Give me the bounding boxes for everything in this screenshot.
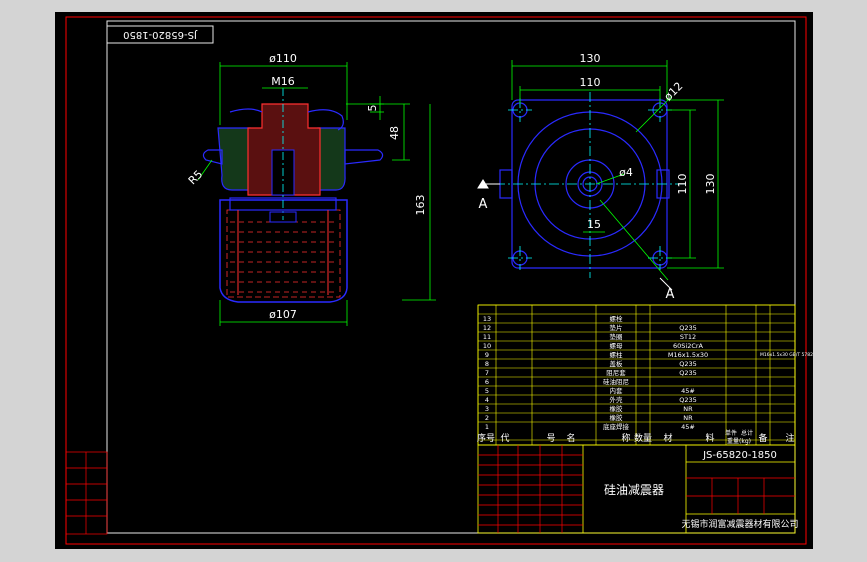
dim-thread: M16: [271, 75, 295, 88]
paper-background: [55, 12, 813, 549]
parts-row-number: 11: [483, 333, 491, 341]
row9-note: M16x1.5x30 GB/T 5782: [760, 352, 813, 358]
parts-row-number: 6: [485, 378, 489, 386]
parts-row-material: 45#: [681, 387, 695, 395]
parts-row-name: 阻尼套: [606, 368, 626, 377]
dim-110-vertical: 110: [676, 174, 689, 195]
parts-row-name: 垫圈: [610, 332, 623, 341]
parts-row-number: 7: [485, 369, 489, 377]
parts-row-material: NR: [683, 405, 693, 413]
parts-row-name: 螺栓: [610, 314, 624, 323]
parts-row-material: M16x1.5x30: [668, 351, 708, 359]
rotated-code-text: JS-65820-1850: [123, 29, 198, 40]
hdr-code-2: 号: [546, 433, 555, 444]
cad-viewport[interactable]: JS-65820-1850 ø110 M16 5 48 163 R5 ø107 …: [0, 0, 867, 562]
parts-row-number: 2: [485, 414, 489, 422]
hdr-note-2: 注: [785, 432, 794, 444]
rubber-left: [217, 127, 251, 191]
hdr-no: 序号: [477, 432, 495, 444]
parts-row-name: 内套: [610, 386, 624, 395]
dim-163: 163: [414, 195, 427, 216]
section-mark-left: A: [479, 197, 488, 212]
parts-row-name: 螺母: [610, 341, 624, 350]
parts-row-number: 9: [485, 351, 489, 359]
hdr-name-2: 称: [621, 432, 630, 444]
hdr-note-1: 备: [758, 432, 767, 444]
parts-row-material: NR: [683, 414, 693, 422]
dim-110-horizontal: 110: [580, 76, 601, 89]
dim-top-diameter: ø110: [269, 52, 297, 65]
title-part-name: 硅油减震器: [604, 483, 664, 497]
parts-row-name: 橡胶: [610, 404, 624, 413]
parts-row-name: 盖板: [610, 359, 624, 368]
hdr-qty: 数量: [634, 432, 652, 444]
title-drawing-code: JS-65820-1850: [702, 450, 777, 461]
parts-row-name: 外壳: [610, 395, 624, 404]
parts-row-material: Q235: [679, 369, 697, 377]
hdr-code-1: 代: [500, 433, 509, 444]
dim-15: 15: [587, 218, 601, 231]
parts-row-name: 底座焊接: [603, 422, 630, 431]
hdr-total: 总计: [741, 429, 753, 437]
rubber-right: [317, 127, 346, 191]
parts-row-number: 8: [485, 360, 489, 368]
hdr-name-1: 名: [566, 432, 575, 444]
dim-130-vertical: 130: [704, 174, 717, 195]
parts-row-number: 13: [483, 315, 491, 323]
parts-row-number: 10: [483, 342, 491, 350]
parts-row-number: 3: [485, 405, 489, 413]
dim-small: 5: [366, 105, 379, 112]
parts-row-material: 60Si2CrA: [673, 342, 704, 350]
dim-48: 48: [388, 126, 401, 140]
parts-row-name: 螺柱: [610, 350, 624, 359]
parts-row-material: 45#: [681, 423, 695, 431]
parts-row-number: 1: [485, 423, 489, 431]
dim-130-horizontal: 130: [580, 52, 601, 65]
parts-row-material: ST12: [680, 333, 696, 341]
parts-row-number: 5: [485, 387, 489, 395]
parts-row-name: 垫片: [610, 323, 623, 332]
parts-row-name: 硅油阻尼: [603, 377, 629, 386]
parts-row-number: 4: [485, 396, 489, 404]
parts-row-material: Q235: [679, 360, 697, 368]
dim-center-hole: ø4: [619, 166, 633, 179]
title-company: 无锡市润富减震器材有限公司: [681, 518, 798, 530]
parts-row-name: 橡胶: [610, 413, 624, 422]
hdr-mat-2: 料: [705, 432, 714, 444]
dim-bottom-diameter: ø107: [269, 308, 297, 321]
parts-row-material: Q235: [679, 396, 697, 404]
hdr-mat-1: 材: [663, 432, 672, 444]
hdr-weight: 重量(kg): [727, 437, 751, 445]
parts-row-material: Q235: [679, 324, 697, 332]
hdr-unit: 单件: [725, 429, 737, 437]
section-mark-bottom: A: [666, 287, 675, 302]
parts-row-number: 12: [483, 324, 491, 332]
